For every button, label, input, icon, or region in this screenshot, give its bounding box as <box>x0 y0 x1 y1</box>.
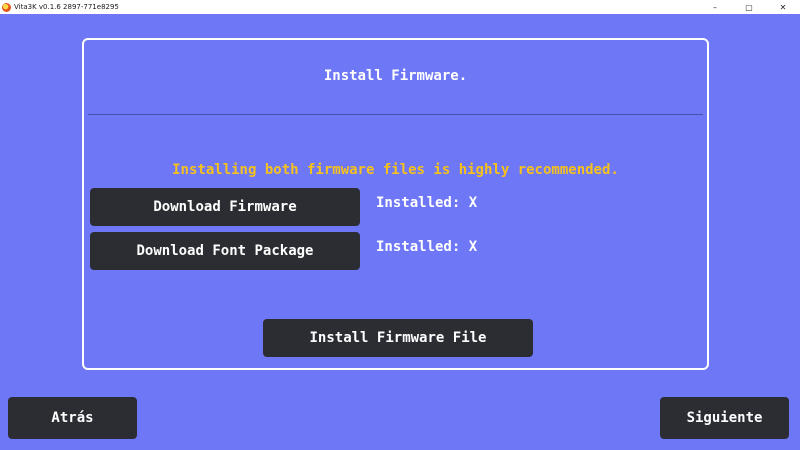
close-button[interactable]: ✕ <box>766 0 800 14</box>
app-logo-icon <box>2 2 11 12</box>
install-firmware-file-button[interactable]: Install Firmware File <box>263 319 533 357</box>
minimize-button[interactable]: – <box>698 0 732 14</box>
firmware-status: Installed: X <box>376 195 478 211</box>
panel-divider <box>88 114 703 115</box>
window-controls: – ▢ ✕ <box>698 0 800 14</box>
download-firmware-button[interactable]: Download Firmware <box>90 188 360 226</box>
panel-title: Install Firmware. <box>323 68 468 84</box>
firmware-panel: Install Firmware. Installing both firmwa… <box>82 38 709 370</box>
recommendation-text: Installing both firmware files is highly… <box>172 162 619 178</box>
window-titlebar: Vita3K v0.1.6 2897-771e8295 – ▢ ✕ <box>0 0 800 14</box>
maximize-button[interactable]: ▢ <box>732 0 766 14</box>
back-button[interactable]: Atrás <box>8 397 137 439</box>
window-title: Vita3K v0.1.6 2897-771e8295 <box>14 3 119 11</box>
download-font-package-button[interactable]: Download Font Package <box>90 232 360 270</box>
next-button[interactable]: Siguiente <box>660 397 789 439</box>
font-package-status: Installed: X <box>376 239 478 255</box>
app-content: Install Firmware. Installing both firmwa… <box>0 14 800 450</box>
